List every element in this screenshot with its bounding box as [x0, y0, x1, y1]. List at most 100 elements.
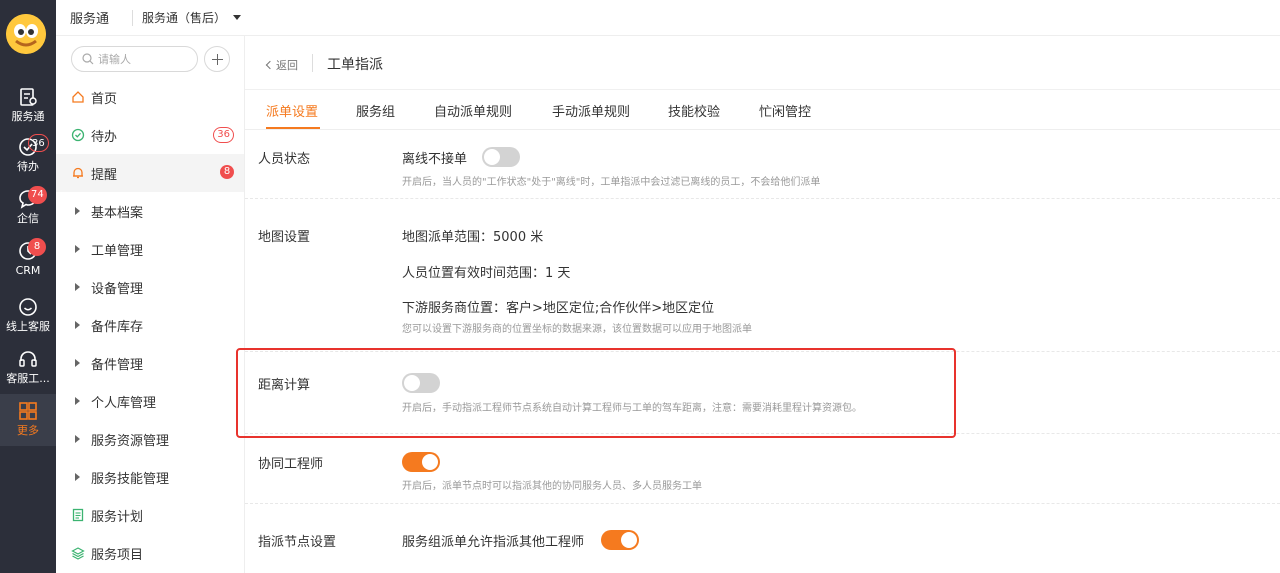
section-hint: 开启后，当人员的"工作状态"处于"离线"时，工单指派中会过滤已离线的员工，不会给… — [402, 177, 821, 188]
rail-item-messenger[interactable]: 企信 74 — [0, 186, 56, 240]
collab-engineer-toggle[interactable] — [402, 452, 440, 472]
rail-item-online-service[interactable]: 线上客服 — [0, 296, 56, 348]
nav-item-basic-archive[interactable]: 基本档案 — [56, 192, 244, 230]
assign-other-option-label: 服务组派单允许指派其他工程师 — [402, 535, 585, 550]
app-selector[interactable]: 服务通（售后） — [142, 9, 226, 26]
nav-item-spare-stock[interactable]: 备件库存 — [56, 306, 244, 344]
nav-label: 服务计划 — [91, 510, 144, 525]
active-tab-indicator — [266, 127, 320, 129]
nav-item-home[interactable]: 首页 — [56, 78, 244, 116]
offline-option-label: 离线不接单 — [402, 152, 468, 167]
top-bar: 服务通 服务通（售后） — [56, 0, 1280, 36]
back-link[interactable]: 返回 — [265, 57, 298, 73]
section-hint: 开启后，派单节点时可以指派其他的协同服务人员、多人员服务工单 — [402, 481, 702, 492]
nav-item-device[interactable]: 设备管理 — [56, 268, 244, 306]
map-range-text: 地图派单范围：5000 米 — [402, 230, 544, 245]
section-label: 协同工程师 — [258, 457, 324, 472]
search-icon — [82, 53, 94, 65]
search-box[interactable] — [71, 46, 198, 72]
caret-right-icon — [75, 283, 80, 291]
rail-item-service[interactable]: 服务通 — [0, 86, 56, 138]
downstream-location-text: 下游服务商位置：客户>地区定位;合作伙伴>地区定位 — [402, 301, 715, 316]
app-logo[interactable] — [6, 14, 46, 54]
nav-label: 备件管理 — [91, 358, 144, 373]
reminder-count-badge: 8 — [220, 165, 234, 179]
rail-item-more[interactable]: 更多 — [0, 394, 56, 446]
highlight-box — [236, 348, 956, 438]
nav-item-work-order[interactable]: 工单管理 — [56, 230, 244, 268]
nav-label: 备件库存 — [91, 320, 144, 335]
nav-label: 设备管理 — [91, 282, 144, 297]
section-map-settings: 地图设置 地图派单范围：5000 米 人员位置有效时间范围：1 天 下游服务商位… — [245, 199, 1280, 352]
logo-icon — [6, 14, 46, 54]
nav-item-personal-stock[interactable]: 个人库管理 — [56, 382, 244, 420]
location-valid-time-text: 人员位置有效时间范围：1 天 — [402, 266, 571, 281]
nav-item-reminders[interactable]: 提醒 8 — [56, 154, 244, 192]
toggle-knob — [621, 532, 637, 548]
check-circle-icon — [71, 128, 85, 142]
nav-item-todo[interactable]: 待办 36 — [56, 116, 244, 154]
back-label: 返回 — [276, 59, 298, 72]
document-icon — [72, 508, 84, 522]
side-nav: 首页 待办 36 提醒 8 基本档案 工单管理 — [56, 36, 245, 573]
headset-icon — [19, 351, 37, 367]
section-personnel-status: 人员状态 离线不接单 开启后，当人员的"工作状态"处于"离线"时，工单指派中会过… — [245, 131, 1280, 199]
caret-right-icon — [75, 397, 80, 405]
section-label: 地图设置 — [258, 230, 311, 245]
tab-skill-check[interactable]: 技能校验 — [668, 101, 720, 120]
rail-item-crm[interactable]: CRM 8 — [0, 238, 56, 292]
app-root: 服务通 待办 36 企信 74 CRM 8 线上客服 客服工... 更多 服务通… — [0, 0, 1280, 573]
nav-item-service-skills[interactable]: 服务技能管理 — [56, 458, 244, 496]
nav-label: 服务项目 — [91, 548, 144, 563]
search-input[interactable] — [98, 51, 194, 67]
todo-count-badge: 36 — [213, 127, 234, 143]
nav-label: 服务资源管理 — [91, 434, 170, 449]
nav-item-service-resources[interactable]: 服务资源管理 — [56, 420, 244, 458]
caret-right-icon — [75, 359, 80, 367]
caret-right-icon — [75, 473, 80, 481]
tab-bar: 派单设置 服务组 自动派单规则 手动派单规则 技能校验 忙闲管控 — [245, 90, 1280, 130]
rail-label: 更多 — [17, 424, 39, 437]
nav-item-service-items[interactable]: 服务项目 — [56, 534, 244, 572]
rail-item-todo[interactable]: 待办 36 — [0, 134, 56, 188]
caret-right-icon — [75, 321, 80, 329]
rail-label: 客服工... — [6, 372, 50, 385]
section-assign-node: 指派节点设置 服务组派单允许指派其他工程师 — [245, 504, 1280, 573]
divider — [312, 54, 313, 72]
rail-badge: 36 — [28, 134, 49, 152]
tab-service-group[interactable]: 服务组 — [356, 101, 395, 120]
nav-item-service-plan[interactable]: 服务计划 — [56, 496, 244, 534]
caret-right-icon — [75, 207, 80, 215]
page-title: 工单指派 — [327, 57, 383, 73]
caret-right-icon — [75, 435, 80, 443]
tab-auto-dispatch-rules[interactable]: 自动派单规则 — [434, 101, 512, 120]
offline-toggle[interactable] — [482, 147, 520, 167]
page-header: 返回 工单指派 — [245, 36, 1280, 90]
toggle-knob — [484, 149, 500, 165]
section-collab-engineer: 协同工程师 开启后，派单节点时可以指派其他的协同服务人员、多人员服务工单 — [245, 434, 1280, 504]
smile-chat-icon — [19, 298, 37, 316]
section-hint: 您可以设置下游服务商的位置坐标的数据来源，该位置数据可以应用于地图派单 — [402, 324, 752, 335]
divider — [132, 10, 133, 26]
rail-item-cs-workbench[interactable]: 客服工... — [0, 348, 56, 400]
caret-down-icon[interactable] — [233, 15, 241, 20]
tab-busy-control[interactable]: 忙闲管控 — [759, 101, 811, 120]
tab-dispatch-settings[interactable]: 派单设置 — [266, 101, 318, 120]
nav-label: 提醒 — [91, 168, 118, 183]
add-button[interactable] — [204, 46, 230, 72]
nav-label: 服务技能管理 — [91, 472, 170, 487]
app-name: 服务通 — [70, 12, 110, 27]
nav-label: 个人库管理 — [91, 396, 157, 411]
nav-item-spare-parts[interactable]: 备件管理 — [56, 344, 244, 382]
assign-other-engineer-toggle[interactable] — [601, 530, 639, 550]
app-rail: 服务通 待办 36 企信 74 CRM 8 线上客服 客服工... 更多 — [0, 0, 56, 573]
rail-label: 企信 — [17, 212, 39, 225]
tab-manual-dispatch-rules[interactable]: 手动派单规则 — [552, 101, 630, 120]
home-icon — [72, 91, 84, 103]
rail-label: 线上客服 — [6, 320, 50, 333]
rail-badge: 8 — [28, 238, 46, 256]
caret-right-icon — [75, 245, 80, 253]
section-label: 人员状态 — [258, 152, 311, 167]
bell-icon — [73, 167, 83, 179]
nav-label: 待办 — [91, 130, 118, 145]
